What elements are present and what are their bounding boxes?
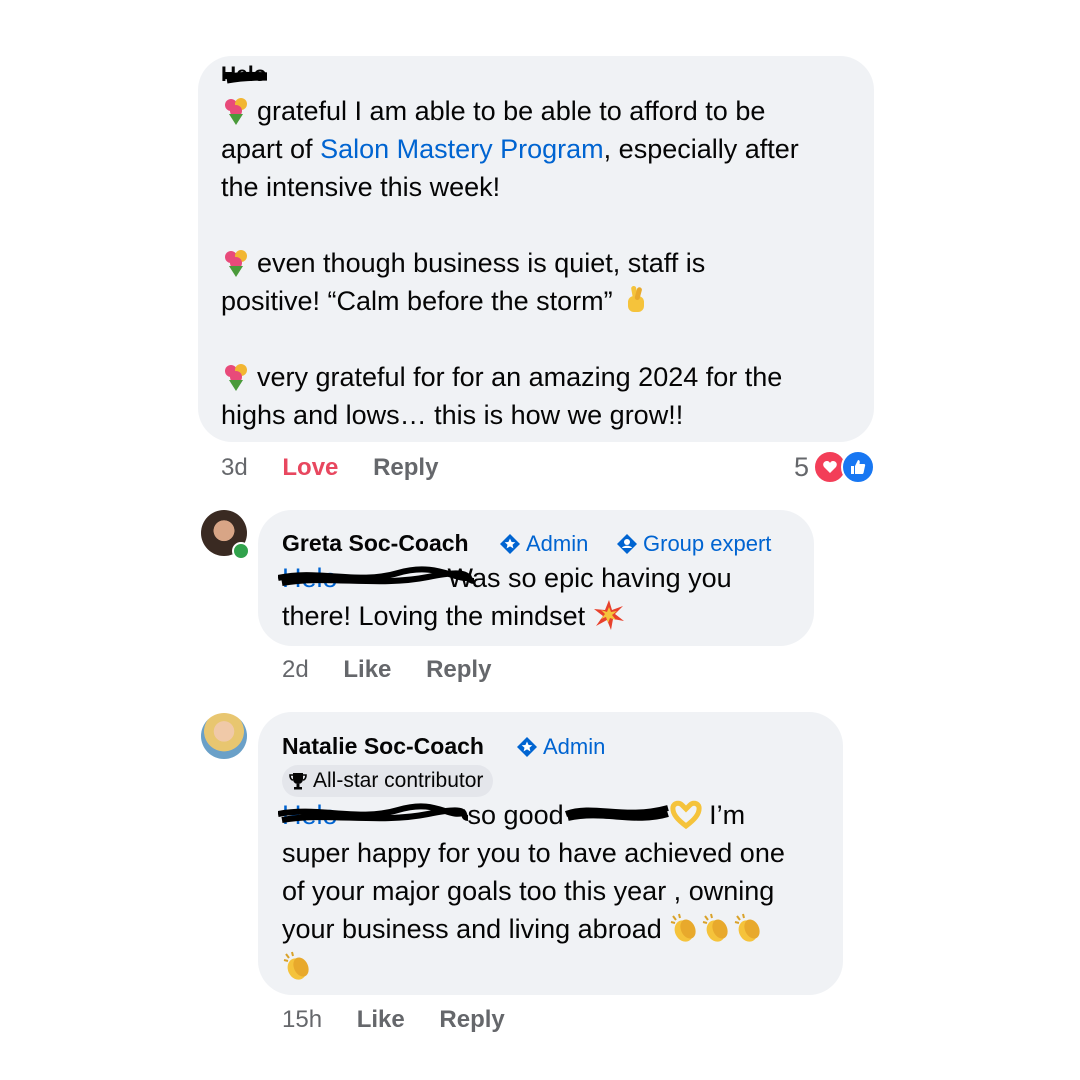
reaction-count: 5 — [794, 451, 810, 482]
group-expert-icon — [617, 534, 637, 554]
reply-button[interactable]: Reply — [439, 1006, 504, 1033]
love-button[interactable]: Love — [282, 454, 338, 481]
heart-hands-emoji — [670, 800, 702, 830]
reply-button[interactable]: Reply — [426, 656, 491, 683]
online-status-dot — [232, 542, 250, 560]
comment-text-natalie: Helo so good I’m super happy for you to h… — [278, 796, 785, 986]
collision-emoji — [593, 600, 624, 630]
author-name-natalie[interactable]: Natalie Soc-Coach — [282, 733, 484, 760]
salon-mastery-link[interactable]: Salon Mastery Program — [320, 134, 604, 164]
comment-text-greta: Helo Was so epic having you there! Loving… — [278, 559, 732, 635]
reply-button[interactable]: Reply — [373, 454, 438, 481]
all-star-contributor-badge[interactable]: All-star contributor — [282, 765, 494, 797]
flower-bouquet-emoji — [225, 364, 247, 391]
clapping-hands-emoji — [671, 913, 696, 942]
trophy-icon — [289, 773, 307, 790]
like-reaction-icon — [841, 450, 876, 484]
comment-time: 15h — [282, 1006, 323, 1033]
like-button[interactable]: Like — [357, 1006, 405, 1033]
flower-bouquet-emoji — [225, 98, 247, 125]
comment-time: 2d — [282, 656, 309, 683]
like-button[interactable]: Like — [343, 656, 391, 683]
mention-redacted[interactable]: Helo — [278, 559, 474, 597]
comment-actions-main: 3d Love Reply — [221, 454, 466, 482]
comment-time: 3d — [221, 454, 248, 481]
flower-bouquet-emoji — [225, 250, 247, 277]
admin-badge-natalie[interactable]: Admin — [516, 734, 605, 760]
admin-shield-icon — [500, 534, 520, 554]
comment-author-redacted[interactable]: Helo — [221, 63, 267, 89]
group-expert-badge[interactable]: Group expert — [616, 531, 771, 557]
clapping-hands-emoji — [283, 951, 309, 980]
comment-actions-greta: 2d Like Reply — [282, 656, 519, 684]
admin-shield-icon — [517, 737, 537, 757]
mention-redacted[interactable]: Helo — [278, 796, 468, 834]
author-name-greta[interactable]: Greta Soc-Coach — [282, 530, 469, 557]
clapping-hands-emoji — [735, 913, 760, 942]
redaction-scribble — [222, 71, 267, 84]
avatar-natalie[interactable] — [201, 713, 247, 759]
reaction-summary[interactable]: 5 — [794, 450, 876, 484]
name-redacted — [564, 798, 670, 828]
comment-actions-natalie: 15h Like Reply — [282, 1006, 533, 1034]
admin-badge-greta[interactable]: Admin — [499, 531, 588, 557]
crossed-fingers-emoji — [628, 285, 645, 312]
clapping-hands-emoji — [703, 913, 728, 942]
comment-text-main: grateful I am able to be able to afford … — [221, 96, 799, 430]
